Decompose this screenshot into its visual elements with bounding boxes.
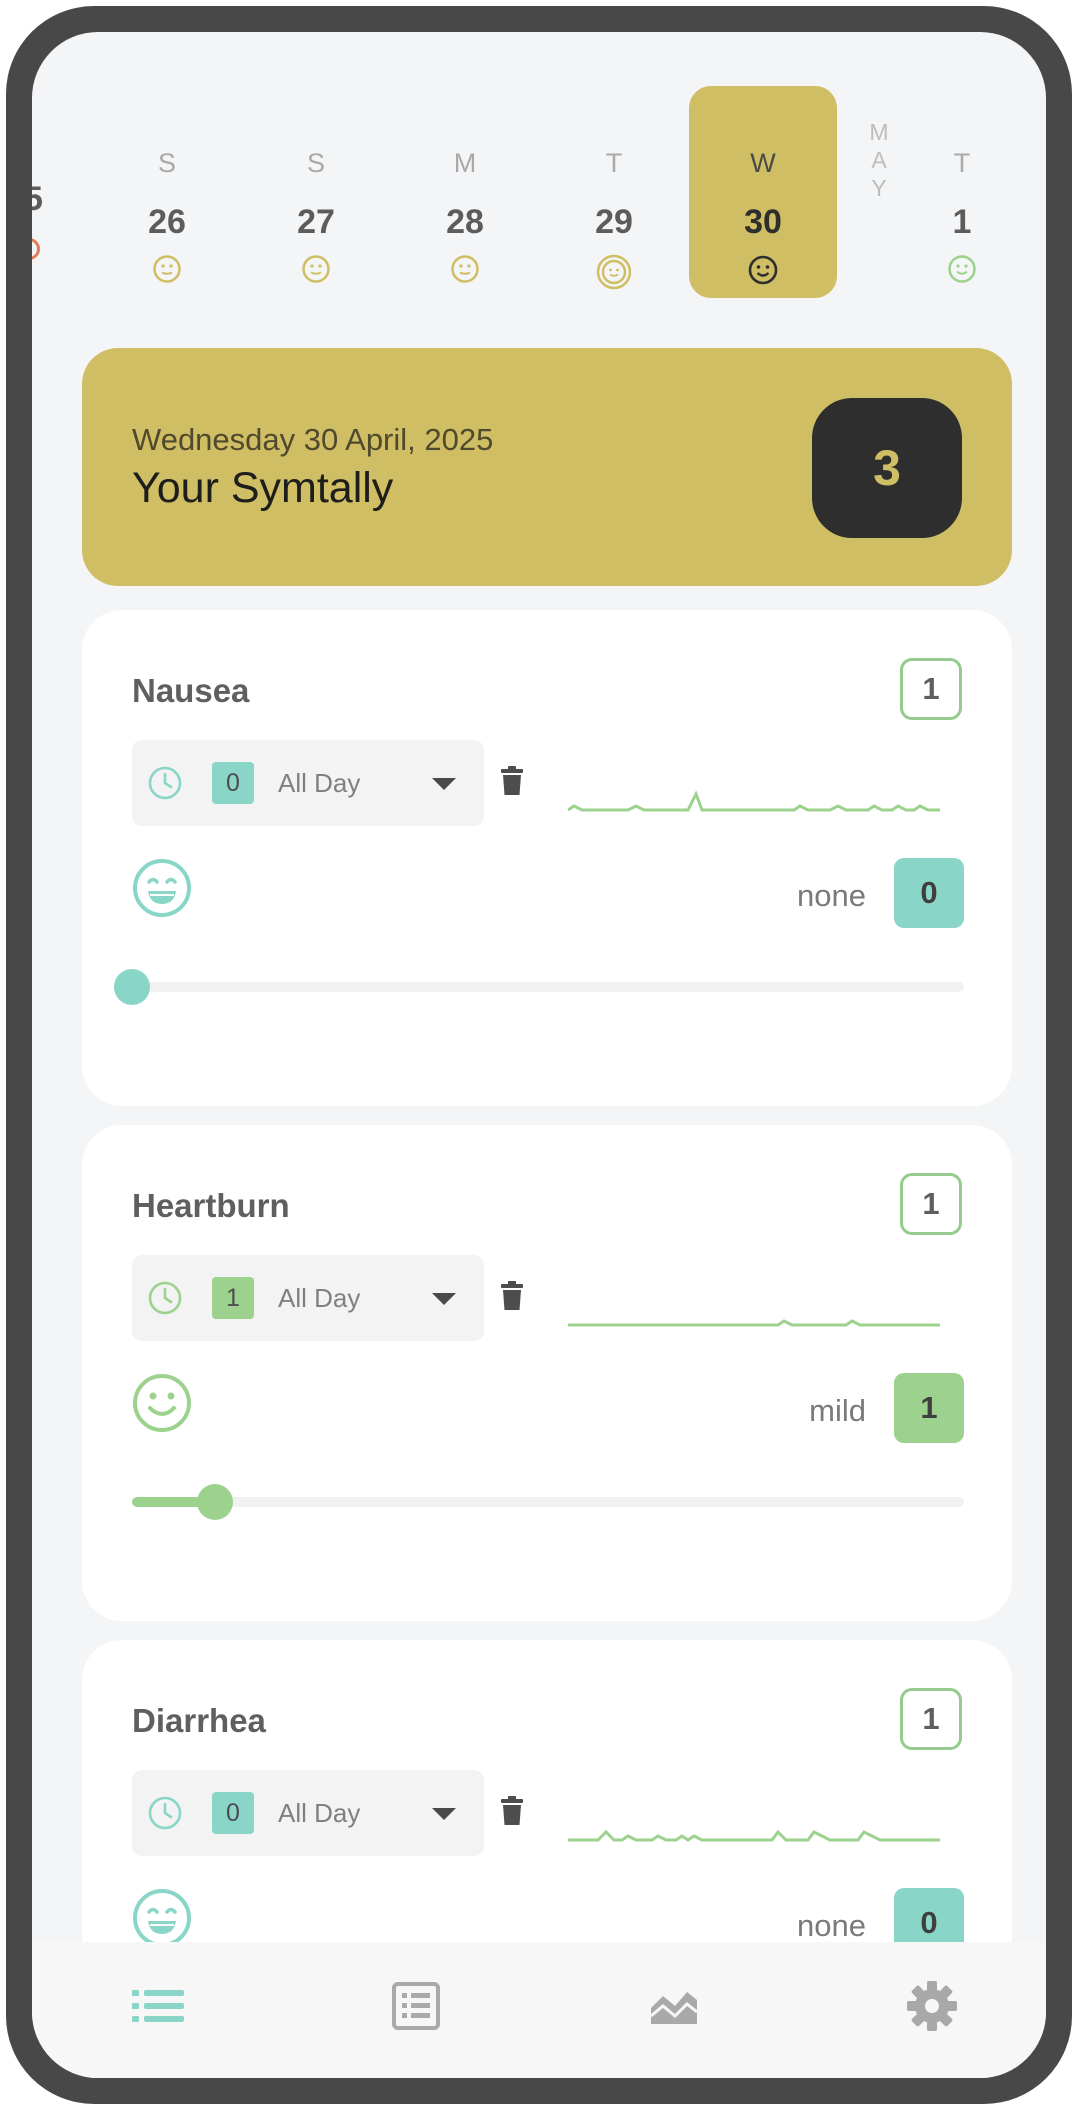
severity-slider-thumb[interactable] [197,1484,234,1520]
nav-settings-button[interactable] [892,1978,972,2038]
month-letter: A [871,147,887,173]
severity-slider-thumb[interactable] [114,969,150,1005]
history-sparkline [567,770,940,825]
symptom-count-badge[interactable]: 1 [900,1173,962,1235]
day-number: 28 [446,203,484,241]
day-number: 26 [148,203,186,241]
severity-label: none [797,1908,866,1943]
month-letter: Y [871,175,887,201]
day-number: 30 [744,203,782,241]
nav-chart-button[interactable] [634,1978,714,2038]
time-selector[interactable]: 1 All Day [132,1255,484,1341]
summary-card: Wednesday 30 April, 2025 Your Symtally 3 [82,348,1012,586]
severity-value-badge: 1 [894,1373,964,1443]
day-28[interactable]: M 28 [391,86,539,298]
clock-icon [146,764,184,807]
smile-face-icon [947,254,977,289]
caret-down-icon [432,778,456,790]
grin-face-icon [132,858,192,923]
history-sparkline [568,1285,940,1340]
day-number: 1 [952,203,972,241]
symptom-card-heartburn: Heartburn 1 1 All Day mild 1 [82,1125,1012,1621]
day-of-week: W [750,148,776,178]
day-of-week: T [953,148,971,178]
day-26[interactable]: S 26 [93,86,241,298]
time-label: All Day [278,1283,361,1313]
partial-day-face-icon [32,238,40,260]
today-face-icon [596,254,632,295]
symptom-count-badge[interactable]: 1 [900,658,962,720]
day-of-week: S [306,148,325,178]
day-number: 27 [297,203,335,241]
caret-down-icon [432,1808,456,1820]
bottom-nav [32,1942,1046,2078]
chart-icon [649,1986,699,2031]
day-1[interactable]: T 1 [912,86,1012,298]
clock-icon [146,1794,184,1837]
nav-log-button[interactable] [376,1978,456,2038]
severity-label: none [797,878,866,913]
severity-label: mild [809,1393,866,1428]
symptom-card-nausea: Nausea 1 0 All Day none 0 [82,610,1012,1106]
day-of-week: M [453,148,477,178]
symptom-name: Heartburn [132,1187,290,1224]
settings-icon [906,1980,958,2037]
neutral-face-icon [450,254,480,289]
day-of-week: S [157,148,176,178]
day-number: 29 [595,203,633,241]
severity-value-badge: 0 [894,858,964,928]
neutral-face-icon [301,254,331,289]
symptom-total-badge: 3 [812,398,962,538]
trash-icon[interactable] [500,766,524,801]
smile-face-icon [747,254,779,291]
time-selector[interactable]: 0 All Day [132,740,484,826]
symptom-name: Diarrhea [132,1702,266,1739]
partial-day-number: 5 [32,180,43,218]
symptom-count-badge[interactable]: 1 [900,1688,962,1750]
trash-icon[interactable] [500,1281,524,1316]
summary-date: Wednesday 30 April, 2025 [132,422,494,457]
time-selector[interactable]: 0 All Day [132,1770,484,1856]
app-screen: 5 S 26 S 27 M 28 T 29 W 30 M A Y T 1 Wed… [32,32,1046,2078]
log-icon [392,1981,440,2035]
trash-icon[interactable] [500,1796,524,1831]
nav-list-button[interactable] [118,1978,198,2038]
neutral-face-icon [152,254,182,289]
severity-slider[interactable] [114,969,964,1005]
time-value: 0 [212,762,254,804]
caret-down-icon [432,1293,456,1305]
summary-title: Your Symtally [132,464,394,512]
day-27[interactable]: S 27 [242,86,390,298]
time-label: All Day [278,768,361,798]
month-letter: M [869,119,889,145]
time-value: 0 [212,1792,254,1834]
smile-face-icon [132,1373,192,1438]
symptom-name: Nausea [132,672,250,709]
date-strip[interactable]: 5 S 26 S 27 M 28 T 29 W 30 M A Y T 1 [32,32,1046,302]
day-30-selected[interactable]: W 30 [689,86,837,298]
history-sparkline [568,1800,940,1855]
day-29[interactable]: T 29 [540,86,688,298]
phone-frame: 5 S 26 S 27 M 28 T 29 W 30 M A Y T 1 Wed… [6,6,1072,2104]
time-value: 1 [212,1277,254,1319]
severity-slider[interactable] [132,1484,964,1520]
day-of-week: T [605,148,623,178]
month-label: M A Y [864,118,894,202]
time-label: All Day [278,1798,361,1828]
clock-icon [146,1279,184,1322]
list-icon [132,1988,184,2029]
